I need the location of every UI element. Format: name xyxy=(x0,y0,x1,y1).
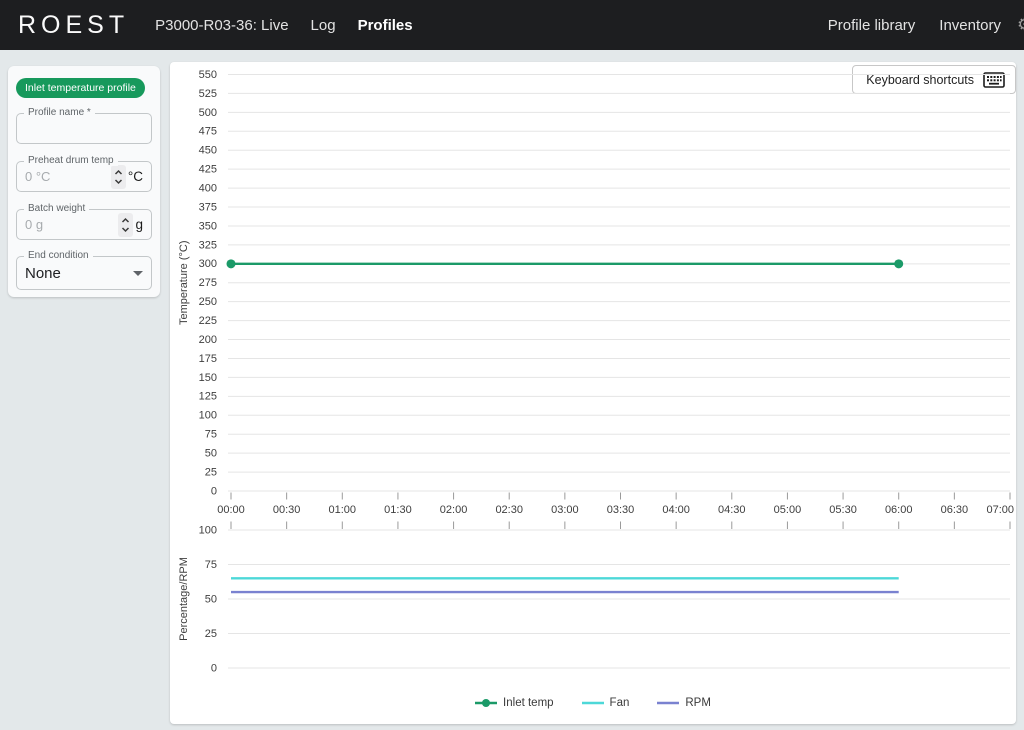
svg-text:Percentage/RPM: Percentage/RPM xyxy=(178,557,190,641)
svg-text:100: 100 xyxy=(199,524,217,536)
profile-type-badge: Inlet temperature profile xyxy=(16,78,145,98)
legend-item-inlet-temp[interactable]: Inlet temp xyxy=(475,697,554,709)
svg-text:02:30: 02:30 xyxy=(495,504,523,516)
settings-gear-icon[interactable]: ⚙ xyxy=(1017,14,1024,36)
profile-charts-card: Keyboard shortcuts 025507510012515017520… xyxy=(170,62,1016,724)
svg-text:03:30: 03:30 xyxy=(607,504,635,516)
svg-text:06:30: 06:30 xyxy=(941,504,969,516)
time-axis: 00:00 00:30 01:00 01:30 02:00 02:30 03:00 03:30… xyxy=(217,493,1014,530)
svg-text:00:30: 00:30 xyxy=(273,504,301,516)
svg-text:325: 325 xyxy=(199,239,217,251)
svg-text:250: 250 xyxy=(199,296,217,308)
legend-label: Fan xyxy=(610,697,630,709)
svg-text:25: 25 xyxy=(205,466,217,478)
profile-editor-panel: Inlet temperature profile Profile name *… xyxy=(8,66,160,297)
end-condition-label: End condition xyxy=(24,250,93,261)
svg-text:50: 50 xyxy=(205,593,217,605)
legend-item-fan[interactable]: Fan xyxy=(582,697,630,709)
nav-item-log[interactable]: Log xyxy=(311,17,336,34)
svg-text:150: 150 xyxy=(199,372,217,384)
svg-text:25: 25 xyxy=(205,628,217,640)
svg-text:50: 50 xyxy=(205,448,217,460)
fan-rpm-chart: 0 25 50 75 100 Percentage/RPM xyxy=(178,524,1010,674)
stepper-arrows-icon xyxy=(114,169,123,185)
svg-text:400: 400 xyxy=(199,182,217,194)
svg-text:450: 450 xyxy=(199,145,217,157)
svg-text:200: 200 xyxy=(199,334,217,346)
svg-text:05:30: 05:30 xyxy=(829,504,857,516)
svg-text:125: 125 xyxy=(199,391,217,403)
end-condition-value: None xyxy=(25,265,61,282)
batch-weight-unit: g xyxy=(135,217,143,232)
nav-links: P3000-R03-36: Live Log Profiles xyxy=(155,17,412,34)
end-condition-select[interactable]: End condition None xyxy=(16,256,152,290)
nav-item-profiles[interactable]: Profiles xyxy=(358,17,413,34)
svg-text:0: 0 xyxy=(211,662,217,674)
svg-text:75: 75 xyxy=(205,429,217,441)
svg-text:375: 375 xyxy=(199,201,217,213)
batch-weight-stepper[interactable] xyxy=(118,213,133,237)
svg-text:550: 550 xyxy=(199,69,217,81)
svg-text:01:30: 01:30 xyxy=(384,504,412,516)
svg-text:275: 275 xyxy=(199,277,217,289)
svg-text:175: 175 xyxy=(199,353,217,365)
chart-legend: Inlet temp Fan RPM xyxy=(170,692,1016,714)
svg-text:500: 500 xyxy=(199,107,217,119)
top-navbar: ROEST P3000-R03-36: Live Log Profiles Pr… xyxy=(0,0,1024,50)
nav-item-profile-library[interactable]: Profile library xyxy=(828,17,916,34)
preheat-drum-temp-field[interactable]: Preheat drum temp 0 °C °C xyxy=(16,161,152,192)
svg-text:Temperature (°C): Temperature (°C) xyxy=(178,241,190,325)
svg-text:01:00: 01:00 xyxy=(329,504,357,516)
svg-text:06:00: 06:00 xyxy=(885,504,913,516)
preheat-stepper[interactable] xyxy=(111,165,126,189)
nav-item-inventory[interactable]: Inventory xyxy=(939,17,1001,34)
batch-weight-field[interactable]: Batch weight 0 g g xyxy=(16,209,152,240)
svg-text:225: 225 xyxy=(199,315,217,327)
legend-label: Inlet temp xyxy=(503,697,554,709)
svg-text:02:00: 02:00 xyxy=(440,504,468,516)
legend-swatch-icon xyxy=(582,697,604,709)
batch-weight-placeholder: 0 g xyxy=(25,217,43,232)
svg-text:350: 350 xyxy=(199,220,217,232)
svg-text:100: 100 xyxy=(199,410,217,422)
legend-swatch-icon xyxy=(657,697,679,709)
preheat-drum-temp-label: Preheat drum temp xyxy=(24,155,118,166)
legend-label: RPM xyxy=(685,697,711,709)
preheat-drum-temp-placeholder: 0 °C xyxy=(25,169,50,184)
svg-text:300: 300 xyxy=(199,258,217,270)
nav-item-device-live[interactable]: P3000-R03-36: Live xyxy=(155,17,288,34)
profile-name-field[interactable]: Profile name * xyxy=(16,113,152,144)
svg-text:04:30: 04:30 xyxy=(718,504,746,516)
svg-text:03:00: 03:00 xyxy=(551,504,579,516)
nav-right: Profile library Inventory ⚙ xyxy=(828,14,1010,36)
svg-text:0: 0 xyxy=(211,485,217,497)
svg-text:425: 425 xyxy=(199,164,217,176)
svg-text:75: 75 xyxy=(205,559,217,571)
temperature-chart: 0 25 50 75 100 125 150 175 200 225 250 275 300 325 350… xyxy=(178,69,1010,498)
roest-logo: ROEST xyxy=(18,11,129,40)
legend-item-rpm[interactable]: RPM xyxy=(657,697,711,709)
stepper-arrows-icon xyxy=(121,217,130,233)
svg-text:475: 475 xyxy=(199,126,217,138)
profile-charts[interactable]: 0255075100125150175200225250275300325350… xyxy=(170,62,1016,684)
profile-name-label: Profile name * xyxy=(24,107,95,118)
svg-text:04:00: 04:00 xyxy=(662,504,690,516)
svg-text:525: 525 xyxy=(199,88,217,100)
legend-swatch-icon xyxy=(475,697,497,709)
batch-weight-label: Batch weight xyxy=(24,203,89,214)
preheat-unit: °C xyxy=(128,169,143,184)
chevron-down-icon xyxy=(133,271,143,276)
svg-text:05:00: 05:00 xyxy=(774,504,802,516)
svg-text:00:00: 00:00 xyxy=(217,504,245,516)
svg-text:07:00: 07:00 xyxy=(986,504,1014,516)
